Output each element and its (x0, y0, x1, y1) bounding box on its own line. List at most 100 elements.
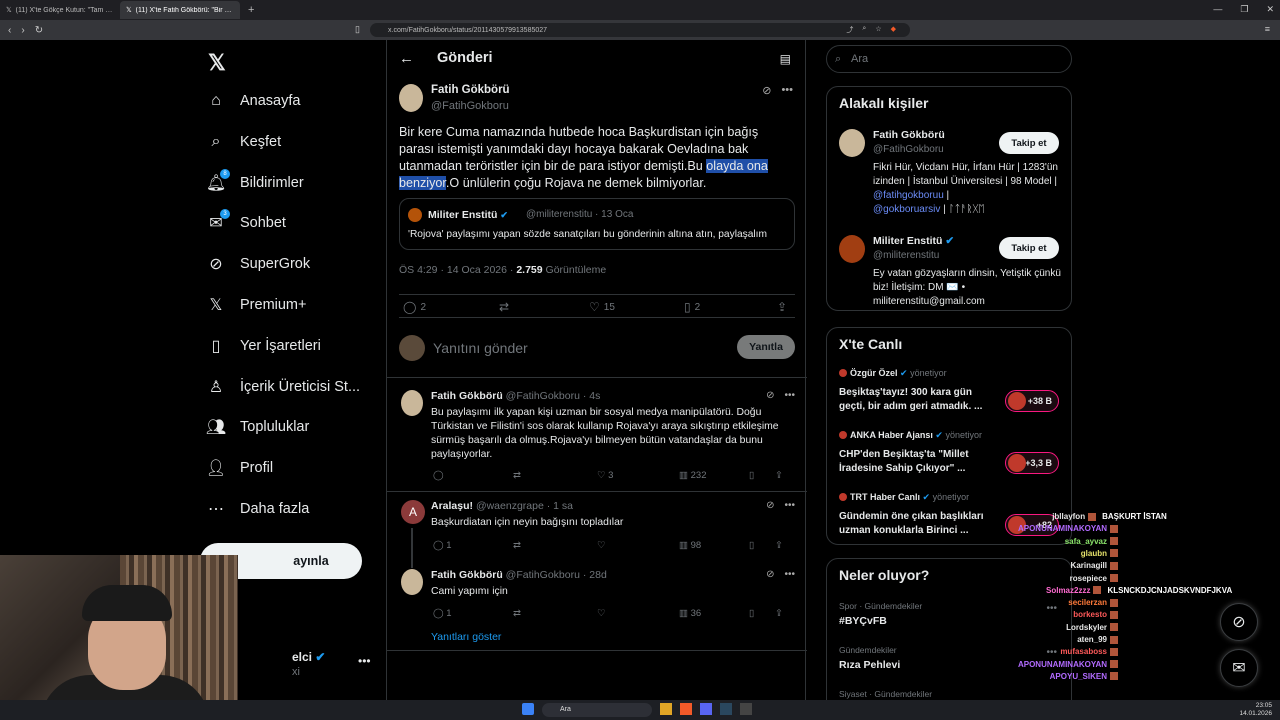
zoom-icon[interactable]: ⌕ (862, 25, 866, 35)
nav-item-community[interactable]: 👥︎ Topluluklar (206, 415, 309, 439)
follow-button[interactable]: Takip et (999, 132, 1059, 154)
forward-arrow-icon[interactable]: › (21, 25, 24, 36)
nav-item-bell[interactable]: 🔔︎ 8 Bildirimler (206, 168, 304, 195)
live-title[interactable]: Beşiktaş'tayız! 300 kara gün geçti, bir … (839, 386, 999, 414)
reply-input[interactable]: Yanıtını gönder (433, 340, 528, 356)
reply-action[interactable]: ◯ 2 (403, 300, 426, 314)
share-icon[interactable]: ⇪ (775, 470, 783, 481)
live-host[interactable]: Özgür Özel ✔ yönetiyor (839, 368, 947, 379)
new-tab-button[interactable]: + (240, 4, 262, 16)
reply-icon[interactable]: ◯ (433, 470, 444, 481)
nav-item-mail[interactable]: ✉ 3 Sohbet (206, 209, 286, 235)
share-icon[interactable]: ⇪ (775, 608, 783, 619)
repost-icon[interactable]: ⇄ (513, 540, 521, 551)
reply-post[interactable]: Fatih Gökbörü @FatihGokboru · 28d ⊘ ••• Cam… (387, 561, 807, 651)
repost-icon[interactable]: ⇄ (513, 470, 521, 481)
quoted-post[interactable]: Militer Enstitü ✔ @militerenstitu · 13 O… (399, 198, 795, 250)
back-arrow-icon[interactable]: ← (399, 50, 414, 67)
more-icon[interactable]: ••• (784, 390, 795, 401)
like-action[interactable]: ♡ 15 (589, 300, 615, 314)
avatar[interactable] (399, 84, 423, 112)
nav-item-grok[interactable]: ⊘ SuperGrok (206, 252, 310, 276)
reply-icon[interactable]: ◯ 1 (433, 608, 452, 619)
live-listeners-badge[interactable]: +38 B (1005, 390, 1059, 412)
close-icon[interactable]: ✕ (1266, 4, 1274, 15)
account-more-icon[interactable]: ••• (358, 654, 371, 668)
windows-start-icon[interactable] (522, 703, 534, 715)
post-author-handle[interactable]: @FatihGokboru (431, 100, 509, 112)
grok-icon[interactable]: ⊘ (766, 569, 774, 580)
nav-item-more[interactable]: ⋯ Daha fazla (206, 497, 309, 521)
browser-tab-1[interactable]: 𝕏(11) X'te Gökçe Kutun: "Tam PKK'ya... (0, 1, 120, 19)
follow-button[interactable]: Takip et (999, 237, 1059, 259)
minimize-icon[interactable]: — (1213, 4, 1222, 15)
avatar[interactable] (839, 235, 865, 263)
heart-icon[interactable]: ♡ 3 (597, 470, 613, 481)
more-icon[interactable]: ••• (784, 569, 795, 580)
nav-item-home[interactable]: ⌂ Anasayfa (206, 89, 300, 113)
post-author-name[interactable]: Fatih Gökbörü (431, 84, 510, 96)
nav-item-x[interactable]: 𝕏 Premium+ (206, 293, 307, 317)
reply-post[interactable]: Fatih Gökbörü @FatihGokboru · 4s ⊘ ••• Bu p… (387, 382, 807, 492)
x-logo-icon[interactable]: 𝕏 (208, 50, 226, 76)
avatar[interactable] (839, 129, 865, 157)
live-title[interactable]: Gündemin öne çıkan başlıkları uzman konu… (839, 510, 999, 538)
share-icon[interactable]: ⤴ (846, 25, 853, 35)
avatar[interactable] (401, 390, 423, 416)
live-title[interactable]: CHP'den Beşiktaş'ta "Millet İradesine Sa… (839, 448, 999, 476)
folder-icon[interactable] (660, 703, 672, 715)
bio-link[interactable]: @gokboruarsiv (873, 204, 940, 215)
bookmark-icon[interactable]: ▯ (749, 470, 754, 481)
back-arrow-icon[interactable]: ‹ (8, 25, 11, 36)
obs-icon[interactable] (740, 703, 752, 715)
live-host[interactable]: TRT Haber Canlı ✔ yönetiyor (839, 492, 969, 503)
nav-item-bookmark[interactable]: ▯ Yer İşaretleri (206, 334, 321, 358)
views-icon[interactable]: ▥ 36 (679, 608, 701, 619)
share-action[interactable]: ⇪ (777, 300, 787, 314)
bio-link[interactable]: @fatihgokboruu (873, 190, 944, 201)
taskbar-clock[interactable]: 23:05 14.01.2026 (1239, 702, 1272, 718)
restore-icon[interactable]: ❐ (1240, 4, 1248, 15)
reply-icon[interactable]: ◯ 1 (433, 540, 452, 551)
brave-icon[interactable] (680, 703, 692, 715)
browser-tab-2[interactable]: 𝕏 (11) X'te Fatih Gökbörü: "Bir kere... (120, 1, 240, 19)
person-name[interactable]: Militer Enstitü ✔ (873, 235, 954, 247)
reply-button[interactable]: Yanıtla (737, 335, 795, 359)
share-icon[interactable]: ⇪ (775, 540, 783, 551)
grok-icon[interactable]: ⊘ (762, 84, 771, 97)
discord-icon[interactable] (700, 703, 712, 715)
live-host[interactable]: ANKA Haber Ajansı ✔ yönetiyor (839, 430, 982, 441)
more-icon[interactable]: ••• (784, 500, 795, 511)
bookmark-icon[interactable]: ▯ (749, 540, 754, 551)
brave-shield-icon[interactable]: ◆ (891, 25, 896, 35)
steam-icon[interactable] (720, 703, 732, 715)
repost-action[interactable]: ⇄ (499, 300, 513, 314)
taskbar-search[interactable]: Ara (542, 703, 652, 717)
trend-name[interactable]: Rıza Pehlevi (839, 659, 900, 671)
bookmark-icon[interactable]: ▯ (749, 608, 754, 619)
bookmark-action[interactable]: ▯ 2 (684, 300, 700, 314)
reply-post[interactable]: A Aralaşu! @waenzgrape · 1 sa ⊘ ••• Başkurdi… (387, 492, 807, 568)
reload-icon[interactable]: ↻ (35, 25, 43, 36)
more-icon[interactable]: ••• (781, 84, 793, 97)
reader-mode-icon[interactable]: ▤ (780, 52, 791, 66)
person-name[interactable]: Fatih Gökbörü (873, 129, 945, 141)
bookmark-page-icon[interactable]: ▯ (355, 24, 360, 35)
show-replies-link[interactable]: Yanıtları göster (431, 631, 501, 643)
nav-item-profile[interactable]: 👤︎ Profil (206, 456, 273, 480)
account-name[interactable]: elci ✔ (292, 650, 325, 664)
heart-icon[interactable]: ♡ (597, 608, 606, 619)
views-icon[interactable]: ▥ 98 (679, 540, 701, 551)
nav-item-search[interactable]: ⌕ Keşfet (206, 130, 282, 154)
heart-icon[interactable]: ♡ (597, 540, 606, 551)
nav-item-creator[interactable]: ♙ İçerik Üreticisi St... (206, 375, 360, 399)
avatar[interactable] (401, 569, 423, 595)
grok-icon[interactable]: ⊘ (766, 390, 774, 401)
live-listeners-badge[interactable]: +3,3 B (1005, 452, 1059, 474)
avatar[interactable]: A (401, 500, 425, 524)
address-bar[interactable]: x.com/FatihGokboru/status/20114305799135… (370, 23, 910, 37)
trend-name[interactable]: #BYÇvFB (839, 615, 887, 627)
grok-icon[interactable]: ⊘ (766, 500, 774, 511)
star-icon[interactable]: ☆ (875, 25, 881, 35)
repost-icon[interactable]: ⇄ (513, 608, 521, 619)
